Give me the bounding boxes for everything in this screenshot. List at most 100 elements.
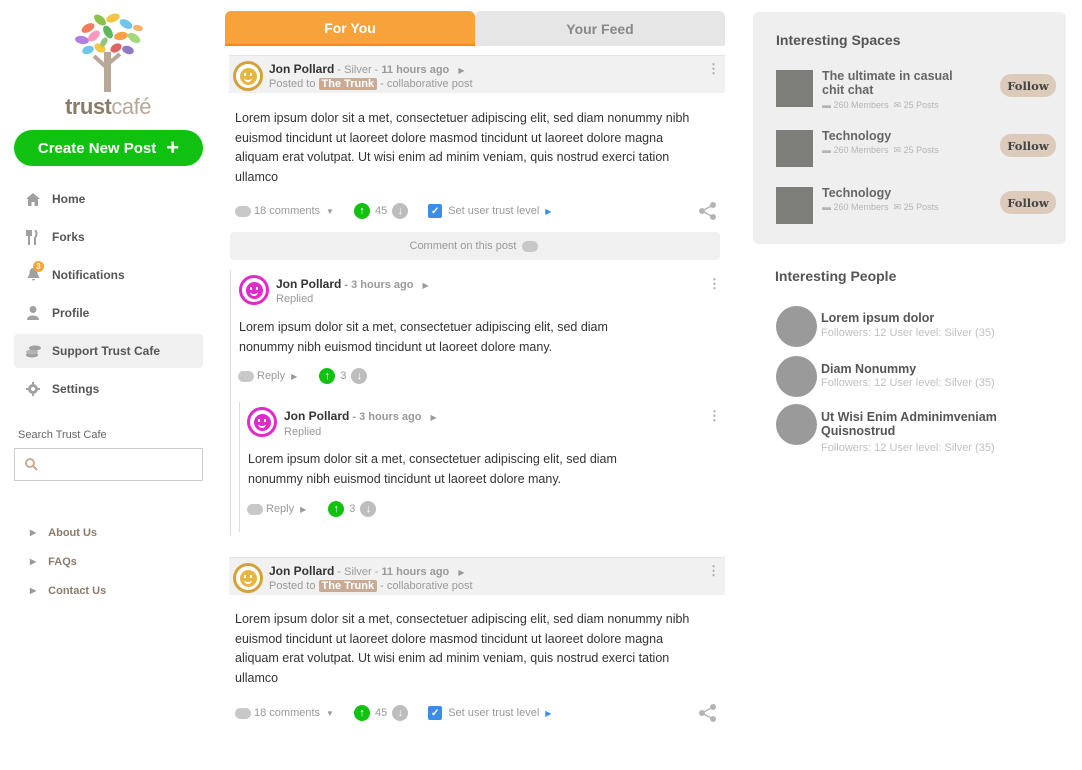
post-header: Jon Pollard - Silver - 11 hours ago ▶ Po… <box>229 557 725 595</box>
posted-to-line: Posted to The Trunk - collaborative post <box>269 78 473 90</box>
avatar[interactable] <box>247 407 277 437</box>
space-name[interactable]: The ultimate in casual chit chat <box>822 69 967 97</box>
more-options-icon[interactable]: ⋮ <box>707 564 720 577</box>
comment-on-post-button[interactable]: Comment on this post <box>230 232 720 260</box>
avatar[interactable] <box>776 356 817 397</box>
footer-link-label: FAQs <box>48 555 77 568</box>
author-name[interactable]: Jon Pollard <box>269 62 334 76</box>
tab-for-you[interactable]: For You <box>225 11 475 46</box>
home-icon <box>24 191 42 207</box>
upvote-icon[interactable]: ↑ <box>319 368 336 384</box>
person-item[interactable]: Diam Nonummy Followers: 12 User level: S… <box>776 356 1066 400</box>
avatar[interactable] <box>776 404 817 445</box>
space-tag[interactable]: The Trunk <box>318 78 378 90</box>
checkbox-icon[interactable]: ✓ <box>428 706 443 720</box>
follow-button[interactable]: Follow <box>1000 191 1056 214</box>
downvote-icon[interactable]: ↓ <box>351 368 368 384</box>
follow-button[interactable]: Follow <box>1000 74 1056 97</box>
space-item[interactable]: Technology ▬ 260 Members ✉ 25 Posts Foll… <box>776 186 1056 225</box>
share-icon[interactable] <box>698 202 718 220</box>
coins-icon <box>24 343 42 359</box>
downvote-icon[interactable]: ↓ <box>392 203 409 219</box>
trust-level-link[interactable]: Set user trust level <box>448 707 539 719</box>
space-name[interactable]: Technology <box>822 129 967 143</box>
reply-status: Replied <box>276 293 314 305</box>
upvote-icon[interactable]: ↑ <box>328 501 345 517</box>
person-name[interactable]: Diam Nonummy <box>821 362 916 376</box>
reply-button[interactable]: Reply <box>257 370 285 382</box>
space-item[interactable]: The ultimate in casual chit chat ▬ 260 M… <box>776 69 1056 110</box>
logo-wordmark: trustcafé <box>65 94 151 119</box>
follow-button[interactable]: Follow <box>1000 134 1056 157</box>
space-name[interactable]: Technology <box>822 186 967 200</box>
post-author-line: Jon Pollard - Silver - 11 hours ago ▶ <box>269 564 465 578</box>
reply-status: Replied <box>284 426 322 438</box>
nav-item-support[interactable]: Support Trust Cafe <box>14 334 203 368</box>
search-input[interactable] <box>14 448 203 481</box>
comments-count[interactable]: 18 comments <box>254 205 320 217</box>
upvote-icon[interactable]: ↑ <box>353 705 370 721</box>
post-body: Lorem ipsum dolor sit a met, consectetue… <box>235 111 690 184</box>
nav-label: Forks <box>52 230 85 244</box>
nav-item-settings[interactable]: Settings <box>14 372 203 406</box>
author-name[interactable]: Jon Pollard <box>276 277 341 291</box>
interesting-spaces-panel: Interesting Spaces The ultimate in casua… <box>753 12 1066 244</box>
share-icon[interactable] <box>698 704 718 722</box>
trust-level-link[interactable]: Set user trust level <box>448 205 539 217</box>
upvote-icon[interactable]: ↑ <box>353 203 370 219</box>
person-name[interactable]: Ut Wisi Enim Adminimveniam Quisnostrud <box>821 410 1021 438</box>
bell-icon: 3 <box>24 261 44 283</box>
nav-item-profile[interactable]: Profile <box>14 296 203 330</box>
space-thumbnail <box>776 70 813 107</box>
checkbox-icon[interactable]: ✓ <box>428 204 443 218</box>
nav-label: Support Trust Cafe <box>52 344 161 358</box>
comment-bubble-icon <box>235 205 251 217</box>
space-item[interactable]: Technology ▬ 260 Members ✉ 25 Posts Foll… <box>776 129 1056 168</box>
post-time: 11 hours ago <box>381 64 450 76</box>
chevron-down-icon[interactable]: ▼ <box>326 709 334 718</box>
space-tag[interactable]: The Trunk <box>318 580 378 592</box>
space-thumbnail <box>776 187 813 224</box>
space-members: 260 Members <box>833 145 889 155</box>
reply-body: Lorem ipsum dolor sit a met, consectetue… <box>248 452 617 486</box>
nav-item-home[interactable]: Home <box>14 182 203 216</box>
more-options-icon[interactable]: ⋮ <box>707 62 720 75</box>
smiley-avatar-icon <box>239 569 257 587</box>
footer-link-faqs[interactable]: ▶ FAQs <box>30 547 106 576</box>
person-name[interactable]: Lorem ipsum dolor <box>821 311 934 325</box>
trustcafe-logo[interactable]: trustcafé <box>58 8 158 119</box>
author-name[interactable]: Jon Pollard <box>269 564 334 578</box>
more-options-icon[interactable]: ⋮ <box>708 409 721 422</box>
nav-item-forks[interactable]: Forks <box>14 220 203 254</box>
author-name[interactable]: Jon Pollard <box>284 409 349 423</box>
posted-to-prefix: Posted to <box>269 78 316 90</box>
gear-icon <box>24 381 42 397</box>
person-item[interactable]: Lorem ipsum dolor Followers: 12 User lev… <box>776 306 1066 350</box>
caret-right-icon: ▶ <box>30 557 37 566</box>
downvote-icon[interactable]: ↓ <box>360 501 377 517</box>
footer-link-label: Contact Us <box>48 584 107 597</box>
space-posts: 25 Posts <box>903 145 939 155</box>
person-item[interactable]: Ut Wisi Enim Adminimveniam Quisnostrud F… <box>776 404 1066 460</box>
people-title: Interesting People <box>775 268 897 284</box>
nav-label: Settings <box>52 382 100 396</box>
avatar[interactable] <box>239 275 269 305</box>
footer-link-contact[interactable]: ▶ Contact Us <box>30 576 106 605</box>
downvote-icon[interactable]: ↓ <box>392 705 409 721</box>
chevron-down-icon[interactable]: ▼ <box>326 207 334 216</box>
space-posts: 25 Posts <box>903 202 939 212</box>
avatar[interactable] <box>233 61 263 91</box>
reply-author-line: Jon Pollard - 3 hours ago ▶ <box>284 409 437 423</box>
reply-button[interactable]: Reply <box>266 503 294 515</box>
search-icon <box>25 458 38 471</box>
avatar[interactable] <box>233 563 263 593</box>
comments-count[interactable]: 18 comments <box>254 707 320 719</box>
tab-your-feed[interactable]: Your Feed <box>475 11 725 46</box>
nav-item-notifications[interactable]: 3 Notifications <box>14 258 203 292</box>
footer-link-about[interactable]: ▶ About Us <box>30 518 106 547</box>
person-meta: Followers: 12 User level: Silver (35) <box>821 377 995 389</box>
avatar[interactable] <box>776 306 817 347</box>
create-new-post-button[interactable]: Create New Post + <box>14 130 203 166</box>
post-body: Lorem ipsum dolor sit a met, consectetue… <box>235 612 690 685</box>
more-options-icon[interactable]: ⋮ <box>708 277 721 290</box>
